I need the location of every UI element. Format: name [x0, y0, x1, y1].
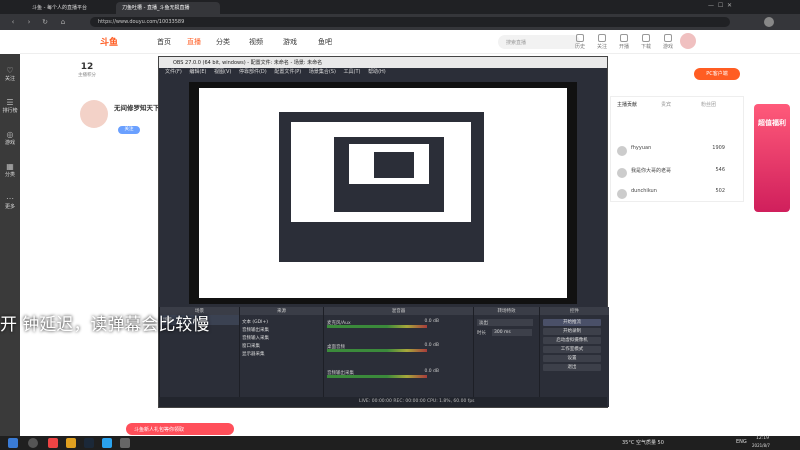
browser-tab-active[interactable]: 刀鱼吐槽 - 直播_斗鱼无损直播 — [116, 2, 220, 14]
nav-video[interactable]: 视频 — [249, 37, 263, 47]
nav-category[interactable]: 分类 — [216, 37, 230, 47]
clock-date: 2021/8/7 — [752, 443, 770, 448]
tab-contrib[interactable]: 主播贡献 — [617, 101, 637, 108]
anchor-avatar[interactable] — [80, 100, 108, 128]
list-item[interactable]: dunchikun 502 — [615, 188, 743, 200]
menu-file[interactable]: 文件(F) — [165, 69, 182, 75]
avatar[interactable] — [764, 17, 774, 27]
virtual-camera-button[interactable]: 启动虚拟摄像机 — [543, 337, 601, 344]
start-streaming-button[interactable]: 开始推流 — [543, 319, 601, 326]
nested-obs-3 — [374, 152, 414, 178]
source-item[interactable]: 显示器采集 — [242, 351, 320, 358]
language-indicator[interactable]: ENG — [736, 439, 747, 445]
obs-title: OBS 27.0.0 (64 bit, windows) - 配置文件: 未命名… — [159, 57, 607, 68]
search-input[interactable]: 搜索直播 — [498, 35, 580, 49]
download-icon[interactable]: 下载 — [639, 34, 653, 50]
menu-view[interactable]: 视图(V) — [214, 69, 231, 75]
menu-tools[interactable]: 工具(T) — [344, 69, 361, 75]
duration-field[interactable]: 300 ms — [492, 329, 532, 336]
sidebar-item-more[interactable]: ⋯ 更多 — [0, 190, 20, 218]
transition-select[interactable]: 淡出 — [477, 319, 533, 326]
nav-live[interactable]: 直播 — [187, 37, 201, 47]
tab-fanclub[interactable]: 粉丝团 — [701, 101, 716, 108]
sidebar-item-game[interactable]: ◎ 游戏 — [0, 126, 20, 154]
subtitle-text: 开 钟延迟，读弹幕会比较慢 — [0, 315, 210, 335]
level-box: 12 主播积分 — [72, 62, 102, 88]
sidebar-item-follow[interactable]: ♡ 关注 — [0, 62, 20, 90]
site-topnav: 斗鱼 首页 直播 分类 视频 游戏 鱼吧 搜索直播 历史 关注 开播 下载 游戏 — [20, 30, 800, 54]
audio-meter — [327, 349, 427, 352]
site-sidebar: ♡ 关注 ☰ 排行榜 ◎ 游戏 ▦ 分类 ⋯ 更多 — [0, 54, 20, 436]
studio-mode-button[interactable]: 工作室模式 — [543, 346, 601, 353]
menu-edit[interactable]: 编辑(E) — [189, 69, 206, 75]
search-icon[interactable] — [28, 438, 38, 448]
browser-tabbar: 斗鱼 - 每个人的直播平台 刀鱼吐槽 - 直播_斗鱼无损直播 — ☐ ✕ — [0, 0, 800, 14]
sidebar-item-category[interactable]: ▦ 分类 — [0, 158, 20, 186]
exit-button[interactable]: 退出 — [543, 364, 601, 371]
weather-status: 35°C 空气质量 50 — [622, 440, 664, 446]
forward-icon[interactable]: › — [24, 17, 34, 27]
source-item[interactable]: 窗口采集 — [242, 343, 320, 350]
ad-banner[interactable]: 超值福利 — [754, 104, 790, 212]
douyu-logo[interactable]: 斗鱼 — [100, 35, 136, 49]
sidebar-item-rank[interactable]: ☰ 排行榜 — [0, 94, 20, 122]
settings-button[interactable]: 设置 — [543, 355, 601, 362]
broadcast-icon[interactable]: 开播 — [617, 34, 631, 50]
audio-meter — [327, 375, 427, 378]
menu-scene-collection[interactable]: 场景集合(S) — [309, 69, 336, 75]
chrome-icon[interactable] — [102, 438, 112, 448]
taskbar: 35°C 空气质量 50 ENG 12:19 2021/8/7 — [0, 436, 800, 450]
avatar — [617, 189, 627, 199]
home-icon[interactable]: ⌂ — [58, 17, 68, 27]
mixer-channel[interactable]: 音频输出采集 0.0 dB — [327, 369, 439, 385]
promo-banner[interactable]: 斗鱼新人礼包等你领取 — [126, 423, 234, 435]
level-label: 主播积分 — [78, 73, 96, 78]
nav-game[interactable]: 游戏 — [283, 37, 297, 47]
menu-profile[interactable]: 配置文件(P) — [274, 69, 301, 75]
mixer-channel[interactable]: 桌面音频 0.0 dB — [327, 343, 439, 359]
nav-home[interactable]: 首页 — [157, 37, 171, 47]
follow-button[interactable]: 关注 — [118, 126, 140, 134]
nav-yuba[interactable]: 鱼吧 — [318, 37, 332, 47]
obs-window: OBS 27.0.0 (64 bit, windows) - 配置文件: 未命名… — [158, 56, 609, 408]
folder-icon[interactable] — [66, 438, 76, 448]
anchor-name: 无间修罗知天下 — [114, 104, 160, 112]
level-number: 12 — [80, 62, 94, 72]
obs-statusbar: LIVE: 00:00:00 REC: 00:00:00 CPU: 1.8%, … — [159, 397, 607, 407]
obs-taskbar-icon[interactable] — [120, 438, 130, 448]
source-item[interactable]: 音频输入采集 — [242, 335, 320, 342]
follow-icon[interactable]: 关注 — [595, 34, 609, 50]
gamepad-icon[interactable]: 游戏 — [661, 34, 675, 50]
app-icon[interactable] — [48, 438, 58, 448]
controls-dock: 控件 开始推流 开始录制 启动虚拟摄像机 工作室模式 设置 退出 — [539, 307, 609, 407]
tab-vip[interactable]: 贵宾 — [661, 101, 671, 108]
steam-icon[interactable] — [84, 438, 94, 448]
user-avatar[interactable] — [680, 33, 696, 49]
dock-title: 控件 — [540, 307, 609, 315]
avatar — [617, 146, 627, 156]
dock-title: 转场特效 — [474, 307, 539, 315]
list-item[interactable]: 我是你大哥的老哥 546 — [615, 167, 743, 179]
window-controls[interactable]: — ☐ ✕ — [708, 2, 732, 9]
start-recording-button[interactable]: 开始录制 — [543, 328, 601, 335]
avatar — [617, 168, 627, 178]
history-icon[interactable]: 历史 — [573, 34, 587, 50]
clock-time: 12:19 — [756, 436, 769, 441]
browser-tab[interactable]: 斗鱼 - 每个人的直播平台 — [26, 2, 114, 14]
duration-label: 时长 — [477, 331, 486, 336]
obs-menubar: 文件(F) 编辑(E) 视图(V) 停靠部件(D) 配置文件(P) 场景集合(S… — [159, 68, 607, 77]
menu-help[interactable]: 帮助(H) — [368, 69, 386, 75]
transitions-dock: 转场特效 淡出 时长 300 ms — [473, 307, 539, 407]
windows-start-icon[interactable] — [8, 438, 18, 448]
obs-preview[interactable] — [189, 82, 577, 304]
pc-client-button[interactable]: PC客户端 — [694, 68, 740, 80]
back-icon[interactable]: ‹ — [8, 17, 18, 27]
address-bar: ‹ › ↻ ⌂ https://www.douyu.com/10033589 — [0, 14, 800, 30]
menu-docks[interactable]: 停靠部件(D) — [239, 69, 267, 75]
list-item[interactable]: fhyyuan 1909 — [615, 145, 743, 157]
url-field[interactable]: https://www.douyu.com/10033589 — [90, 17, 730, 27]
reload-icon[interactable]: ↻ — [40, 17, 50, 27]
rank-panel: 主播贡献 贵宾 粉丝团 fhyyuan 1909 我是你大哥的老哥 546 dunc… — [610, 96, 744, 202]
